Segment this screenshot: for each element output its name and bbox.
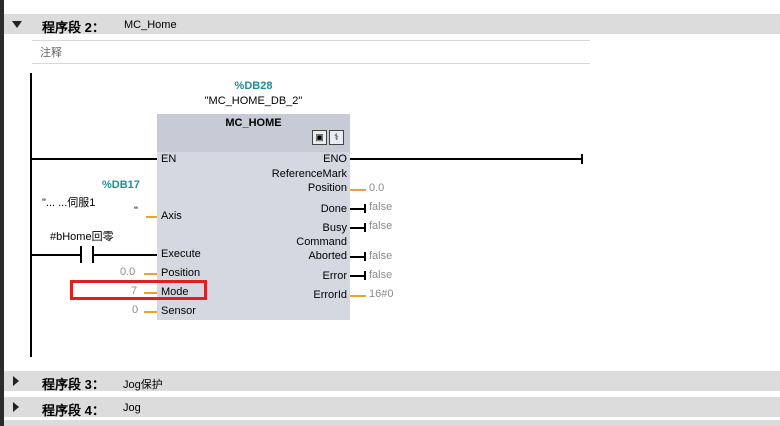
busy-value: false xyxy=(369,220,393,232)
pin-execute: Execute xyxy=(161,248,201,260)
axis-db-number: %DB17 xyxy=(102,179,140,191)
pin-referencemark-l1: ReferenceMark xyxy=(271,168,347,180)
pin-error: Error xyxy=(322,270,347,282)
commissioning-icon[interactable]: ▣ xyxy=(312,130,327,145)
network-4-title: 程序段 4： xyxy=(42,403,105,418)
rung-eno-wire xyxy=(350,158,583,160)
errorid-value: 16#0 xyxy=(369,288,394,300)
position-value[interactable]: 0.0 xyxy=(120,266,135,278)
execute-wire-left xyxy=(32,254,80,256)
aborted-wire-end xyxy=(364,252,366,261)
contact-left-plate xyxy=(80,246,82,263)
refmark-position-value: 0.0 xyxy=(369,182,385,194)
diagnostics-icon[interactable]: ⚕ xyxy=(329,130,344,145)
network-2-name[interactable]: MC_Home xyxy=(124,19,177,31)
rung-end-marker xyxy=(581,154,583,164)
instance-db-name[interactable]: "MC_HOME_DB_2" xyxy=(157,95,350,107)
pin-en: EN xyxy=(161,153,177,165)
mode-highlight-box xyxy=(70,280,207,300)
sensor-value[interactable]: 0 xyxy=(132,304,138,316)
power-rail xyxy=(30,73,32,357)
pin-position: Position xyxy=(161,267,201,279)
collapse-arrow-icon[interactable] xyxy=(12,21,22,28)
network-4-header[interactable]: 程序段 4： Jog xyxy=(4,397,780,418)
network-3-header[interactable]: 程序段 3： Jog保护 xyxy=(4,371,780,392)
expand-arrow-icon[interactable] xyxy=(13,376,19,386)
execute-operand[interactable]: #bHome回零 xyxy=(50,228,114,244)
pin-done: Done xyxy=(320,203,347,215)
pin-referencemark-position: Position xyxy=(307,182,347,194)
done-value: false xyxy=(369,201,393,213)
pin-command-aborted: Aborted xyxy=(308,250,347,262)
pin-command-l1: Command xyxy=(296,236,347,248)
pin-eno: ENO xyxy=(323,153,347,165)
axis-operand-quote: " xyxy=(134,205,138,217)
network-2-title: 程序段 2： xyxy=(42,20,105,35)
rung-en-wire xyxy=(32,158,157,160)
block-type: MC_HOME xyxy=(225,117,282,129)
error-value: false xyxy=(369,269,393,281)
aborted-value: false xyxy=(369,250,393,262)
instance-db-number: %DB28 xyxy=(234,80,273,92)
errorid-wire xyxy=(350,295,366,297)
network-5-header-partial[interactable] xyxy=(4,420,780,426)
busy-wire-end xyxy=(364,223,366,232)
network-3-title: 程序段 3： xyxy=(42,377,105,392)
network-3-name[interactable]: Jog保护 xyxy=(123,376,163,392)
pin-axis: Axis xyxy=(161,210,182,222)
expand-arrow-icon[interactable] xyxy=(13,402,19,412)
sensor-wire xyxy=(144,311,157,313)
axis-operand-name[interactable]: "... ...伺服1 xyxy=(42,194,95,210)
editor-left-edge xyxy=(0,0,4,426)
network-4-name[interactable]: Jog xyxy=(123,402,141,414)
network-comment-field[interactable]: 注释 xyxy=(32,40,590,64)
pin-errorid: ErrorId xyxy=(313,289,347,301)
network-2-header[interactable]: 程序段 2： MC_Home xyxy=(4,14,780,35)
comment-placeholder: 注释 xyxy=(40,47,62,59)
execute-wire-right xyxy=(94,254,157,256)
error-wire-end xyxy=(364,271,366,280)
position-wire xyxy=(144,273,157,275)
pin-sensor: Sensor xyxy=(161,305,196,317)
done-wire-end xyxy=(364,204,366,213)
block-header: MC_HOME ▣ ⚕ xyxy=(157,114,350,152)
refmark-wire xyxy=(350,189,366,191)
axis-wire xyxy=(146,216,157,218)
previous-network-end xyxy=(4,0,780,15)
pin-busy: Busy xyxy=(322,222,347,234)
